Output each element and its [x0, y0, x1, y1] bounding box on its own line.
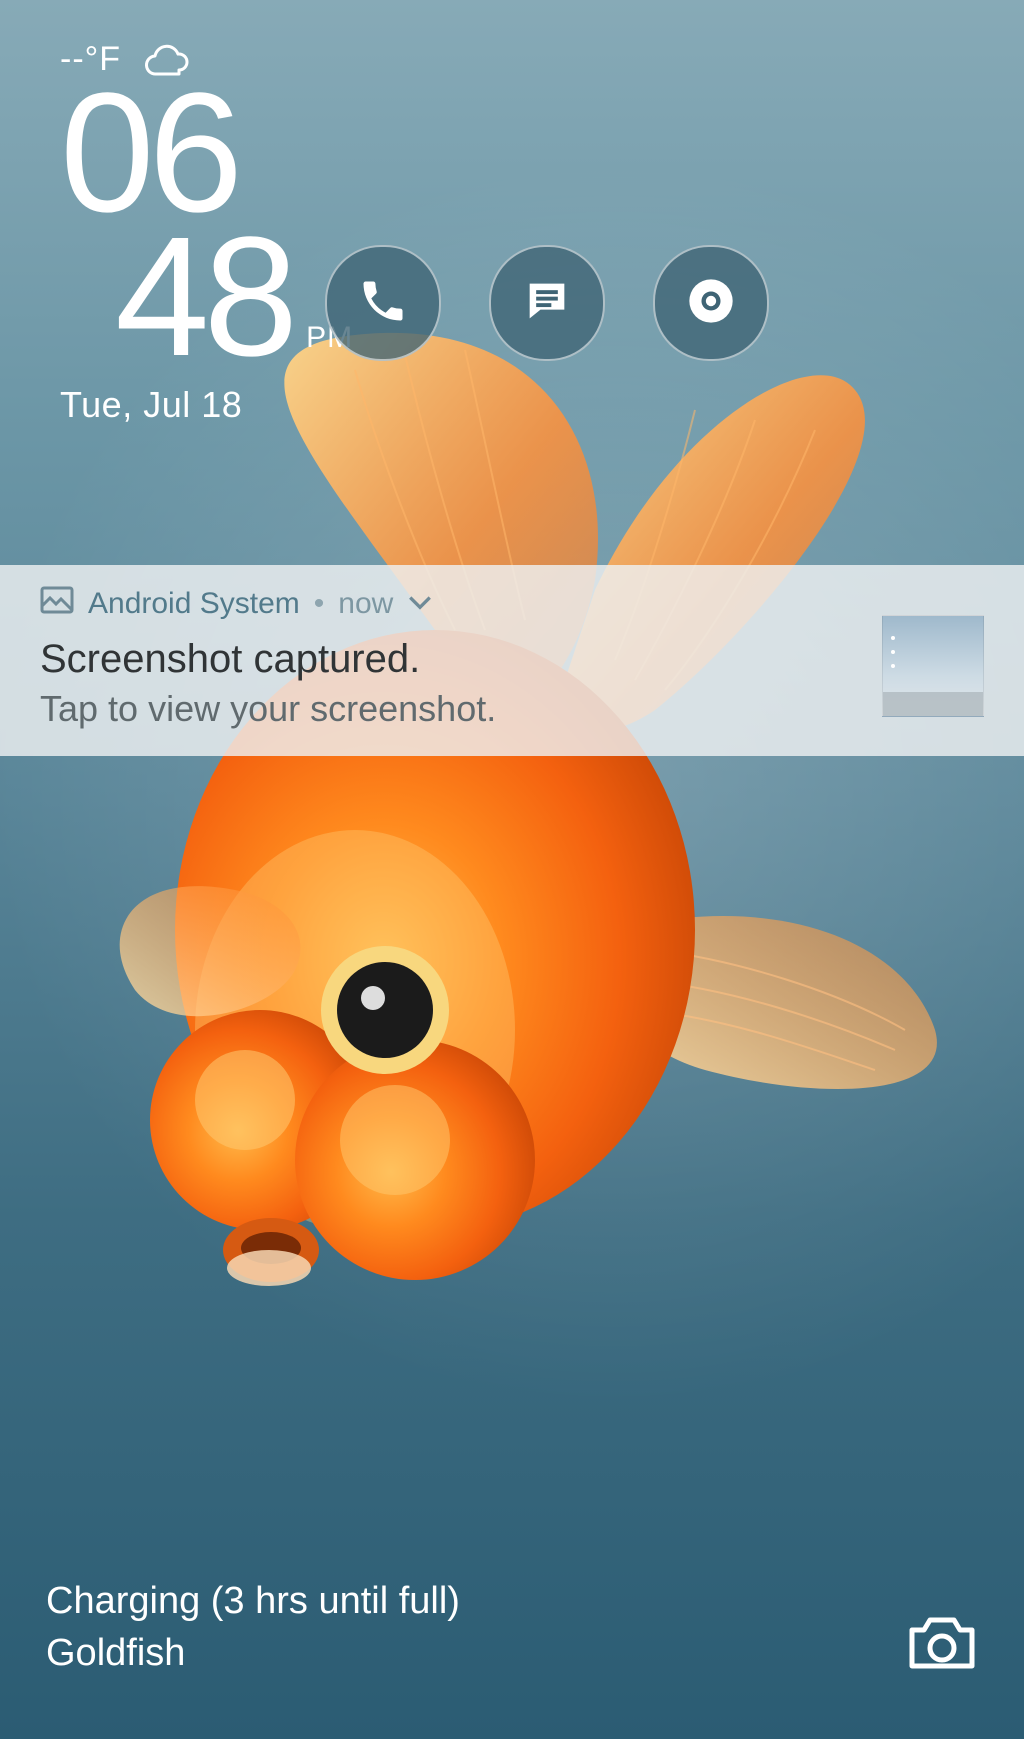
image-icon	[40, 585, 74, 623]
clock-minutes: 48	[115, 217, 292, 379]
notification-card[interactable]: Android System • now Screenshot captured…	[0, 565, 1024, 756]
notification-app: Android System	[88, 587, 300, 621]
chrome-icon	[685, 275, 737, 332]
notification-title: Screenshot captured.	[40, 637, 984, 682]
charging-status: Charging (3 hrs until full)	[46, 1576, 460, 1627]
messages-shortcut[interactable]	[489, 245, 605, 361]
chrome-shortcut[interactable]	[653, 245, 769, 361]
clock-date: Tue, Jul 18	[60, 384, 353, 426]
phone-icon	[357, 275, 409, 332]
camera-icon	[906, 1659, 978, 1676]
wallpaper-title: Goldfish	[46, 1628, 460, 1679]
notification-when: now	[338, 587, 393, 621]
notification-separator: •	[314, 587, 325, 621]
camera-shortcut[interactable]	[906, 1614, 978, 1677]
notification-thumbnail	[882, 615, 984, 717]
messages-icon	[521, 275, 573, 332]
phone-shortcut[interactable]	[325, 245, 441, 361]
notification-subtitle: Tap to view your screenshot.	[40, 688, 984, 730]
chevron-down-icon[interactable]	[407, 587, 433, 621]
clock-widget[interactable]: 06 48 PM	[60, 73, 353, 378]
